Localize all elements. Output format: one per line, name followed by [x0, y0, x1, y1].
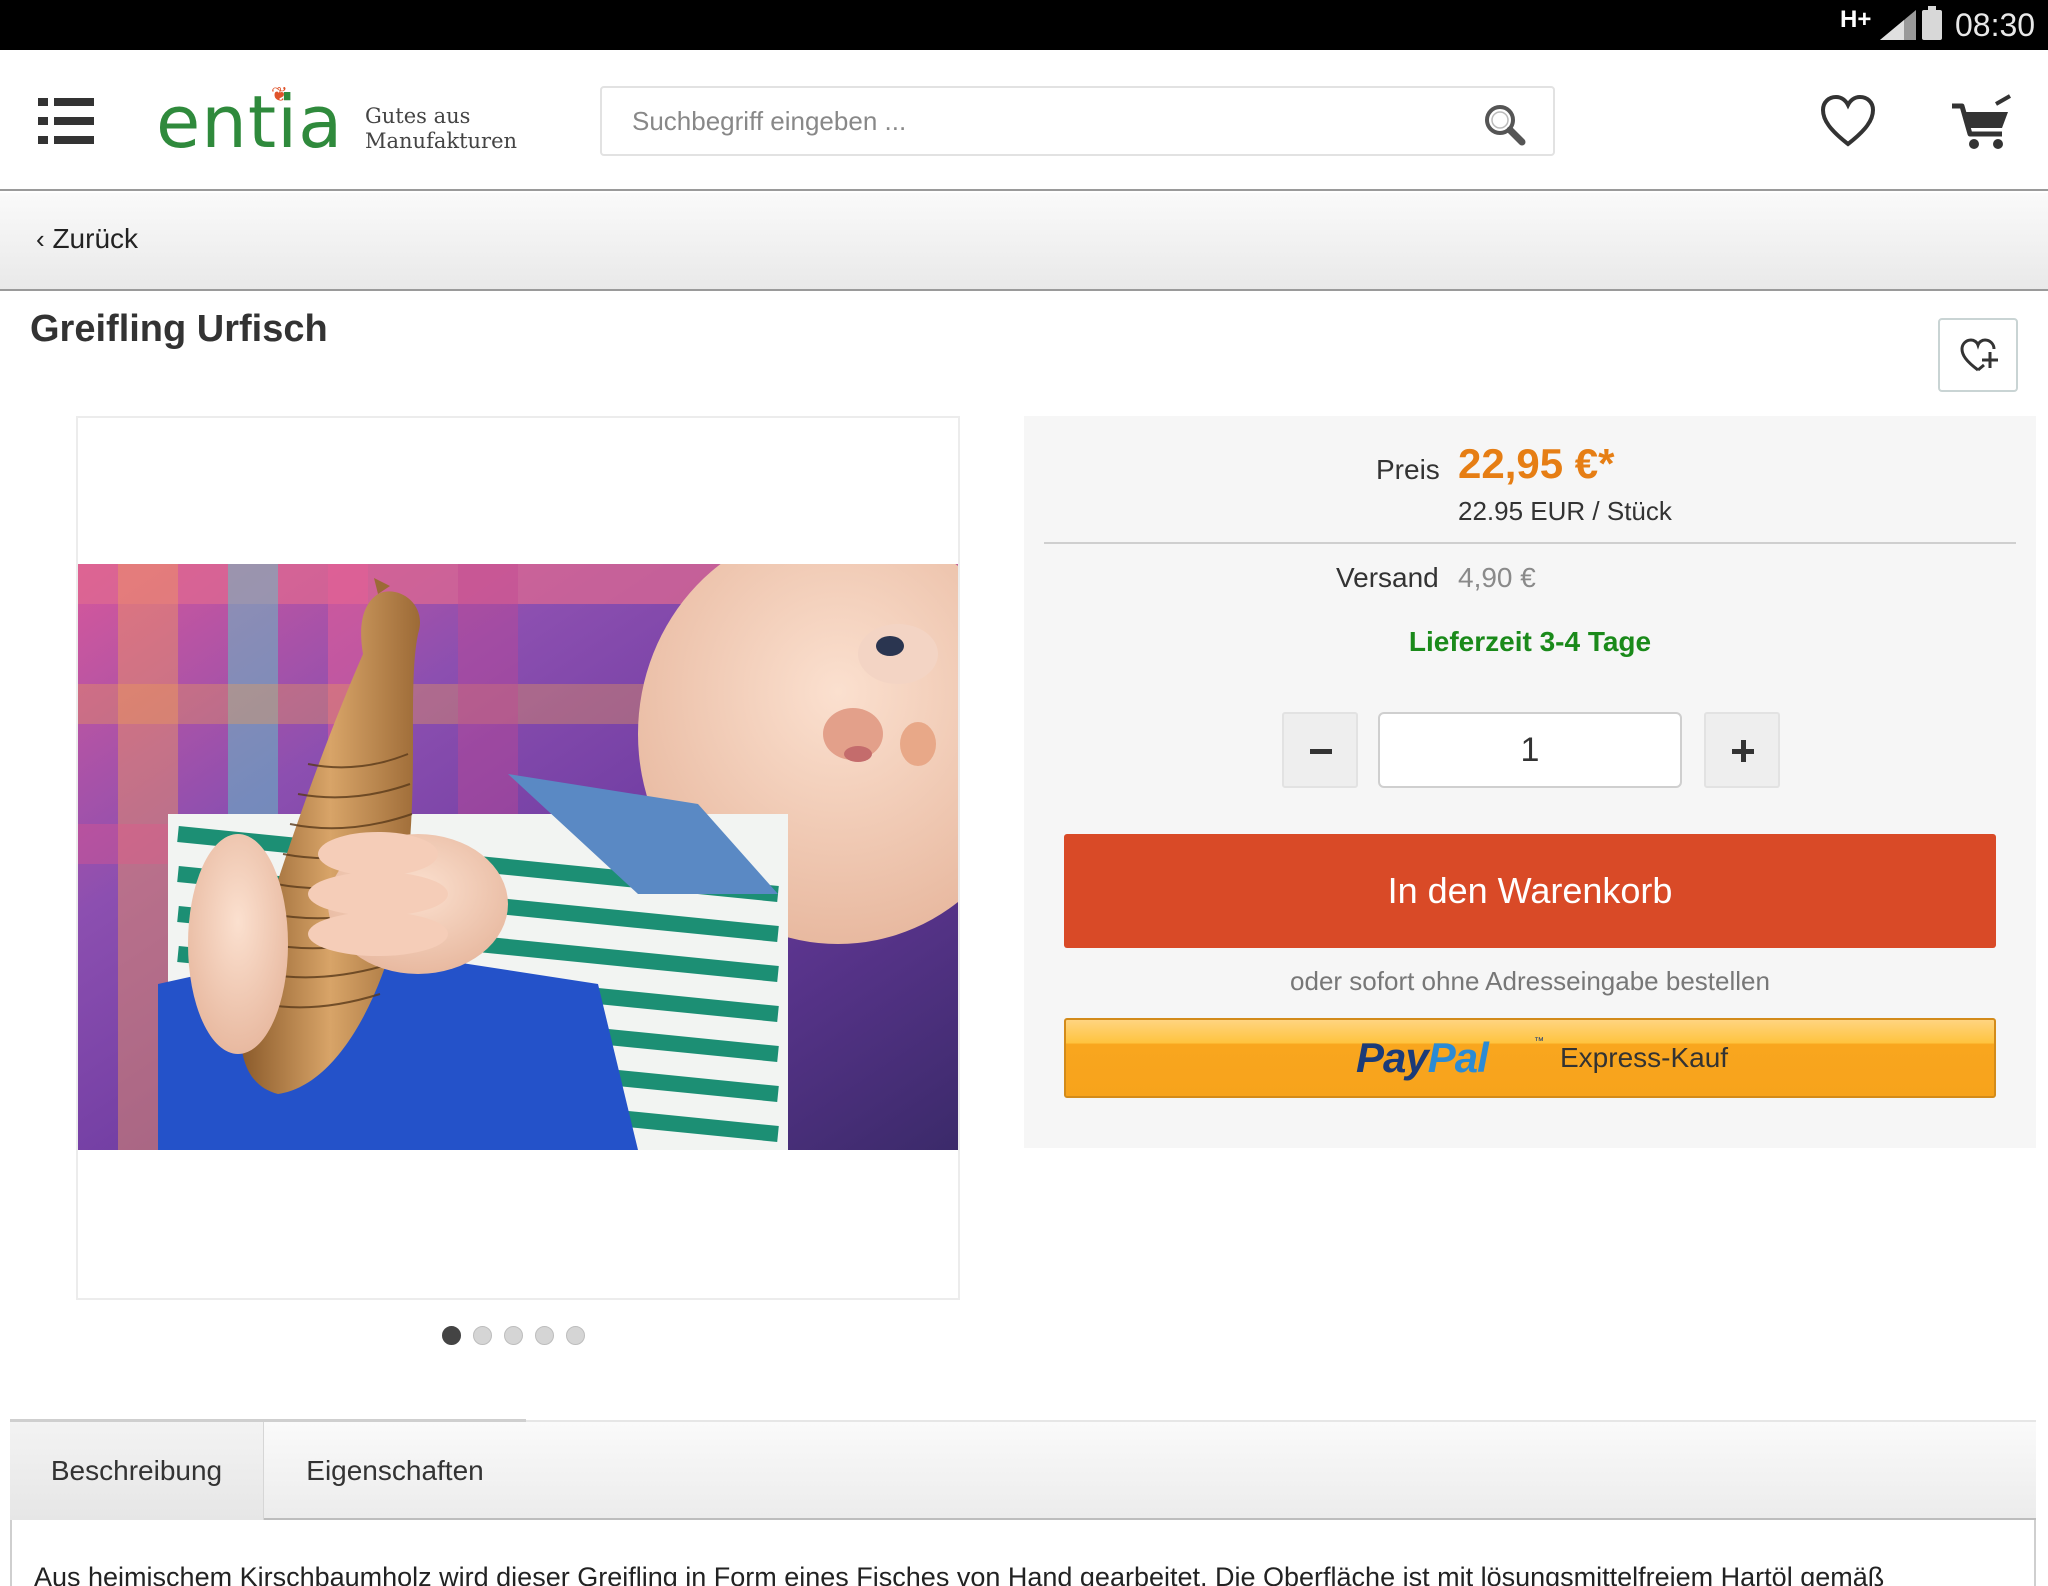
gallery-dot[interactable] — [566, 1326, 585, 1345]
paypal-trademark: ™ — [1534, 1036, 1544, 1047]
gallery-dot[interactable] — [535, 1326, 554, 1345]
search-input[interactable] — [602, 88, 1462, 154]
network-indicator: H+ — [1840, 6, 1872, 33]
product-title: Greifling Urfisch — [30, 308, 328, 350]
product-tabs: Beschreibung Eigenschaften — [10, 1419, 2036, 1520]
description-text: Aus heimischem Kirschbaumholz wird diese… — [34, 1562, 1885, 1586]
product-photo[interactable] — [78, 564, 958, 1150]
paypal-express-button[interactable]: PayPal ™ Express-Kauf — [1064, 1018, 1996, 1098]
tagline-line2: Manufakturen — [365, 129, 518, 153]
status-bar: H+ 08:30 — [0, 0, 2048, 50]
paypal-logo-pal: Pal — [1427, 1034, 1489, 1081]
tagline-line1: Gutes aus — [365, 104, 471, 128]
site-header: entia ❦ Gutes aus Manufakturen — [0, 50, 2048, 191]
clock: 08:30 — [1955, 7, 2036, 43]
search-bar — [600, 86, 1555, 156]
back-bar: ‹ Zurück — [0, 193, 2048, 291]
tagline: Gutes aus Manufakturen — [365, 104, 517, 154]
tab-properties[interactable]: Eigenschaften — [264, 1422, 526, 1520]
gallery-dot[interactable] — [504, 1326, 523, 1345]
back-label: Zurück — [52, 223, 139, 254]
divider — [1044, 542, 2016, 544]
search-icon[interactable] — [1482, 102, 1526, 146]
shipping-value: 4,90 € — [1458, 562, 1536, 593]
gallery-dot[interactable] — [442, 1326, 461, 1345]
quantity-input[interactable]: 1 — [1378, 712, 1682, 788]
paypal-express-label: Express-Kauf — [1560, 1042, 1729, 1073]
paypal-logo-pay: Pay — [1356, 1034, 1429, 1081]
product-image-gallery[interactable] — [76, 416, 960, 1300]
add-to-wishlist-button[interactable] — [1938, 318, 2018, 392]
paypal-logo: PayPal — [1356, 1034, 1489, 1082]
signal-icon — [1880, 10, 1916, 40]
battery-icon — [1922, 6, 1942, 40]
gallery-pagination — [442, 1326, 597, 1346]
add-to-cart-button[interactable]: In den Warenkorb — [1064, 834, 1996, 948]
description-panel: Aus heimischem Kirschbaumholz wird diese… — [10, 1520, 2036, 1586]
butterfly-icon: ❦ — [271, 84, 288, 106]
logo[interactable]: entia — [156, 80, 343, 164]
back-link[interactable]: ‹ Zurück — [36, 223, 138, 255]
product-photo-image — [78, 564, 958, 1150]
quantity-increase-button[interactable] — [1704, 712, 1780, 788]
gallery-dot[interactable] — [473, 1326, 492, 1345]
heart-plus-icon — [1960, 338, 1998, 372]
buy-box: Preis 22,95 €* 22.95 EUR / Stück Versand… — [1024, 416, 2036, 1148]
express-checkout-hint: oder sofort ohne Adresseingabe bestellen — [1290, 966, 1770, 996]
cart-icon[interactable] — [1950, 94, 2012, 152]
price-label: Preis — [1376, 454, 1440, 485]
shipping-label: Versand — [1336, 562, 1439, 593]
tab-description[interactable]: Beschreibung — [10, 1422, 264, 1520]
heart-icon[interactable] — [1820, 94, 1876, 150]
delivery-time: Lieferzeit 3-4 Tage — [1408, 626, 1652, 657]
quantity-decrease-button[interactable] — [1282, 712, 1358, 788]
unit-price: 22.95 EUR / Stück — [1458, 496, 1672, 526]
menu-icon[interactable] — [38, 98, 94, 144]
chevron-left-icon: ‹ — [36, 224, 45, 254]
price: 22,95 €* — [1458, 440, 1615, 487]
